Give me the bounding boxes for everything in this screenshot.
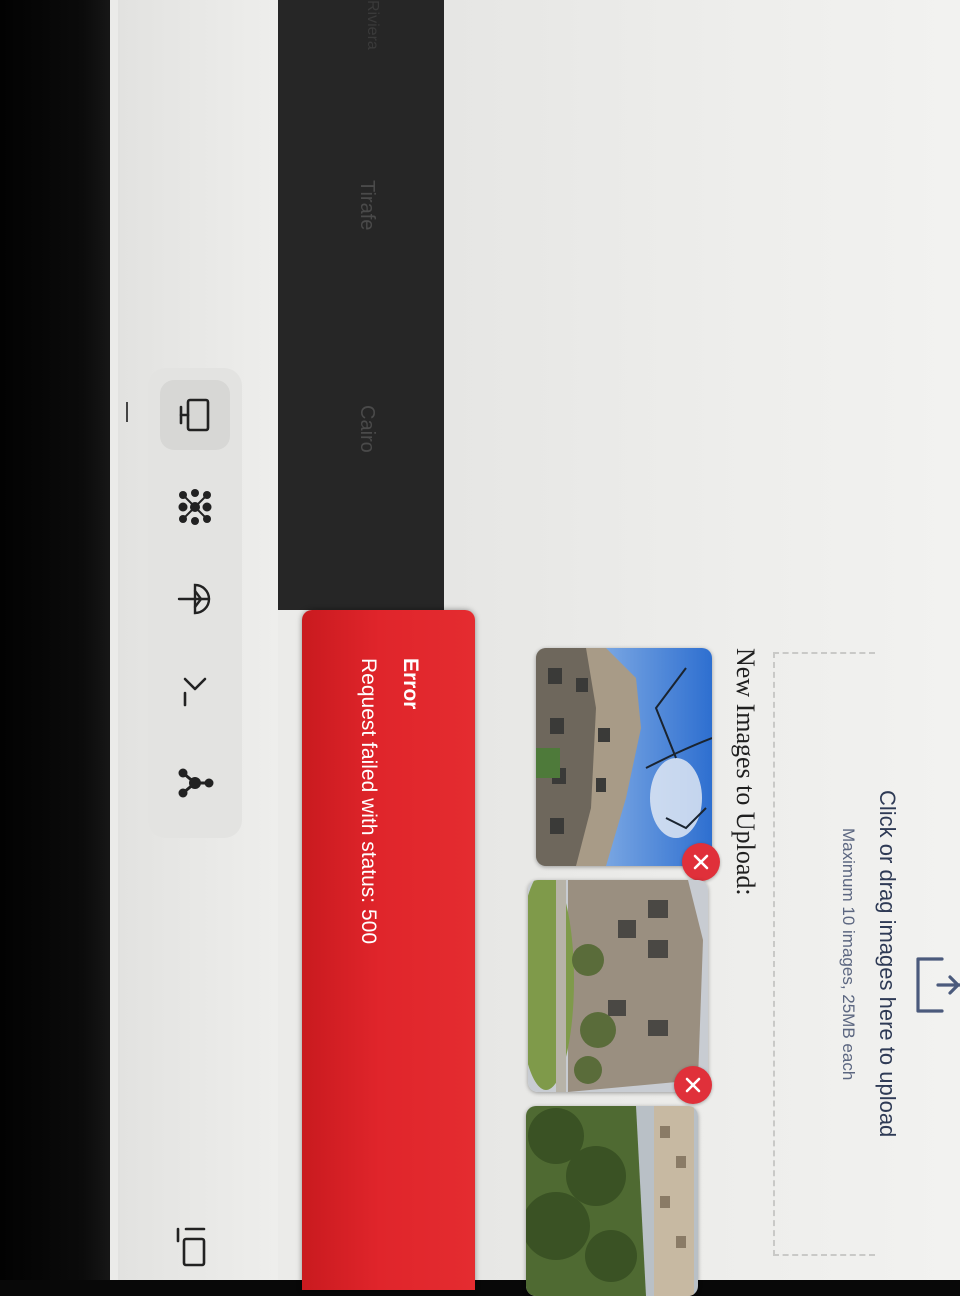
tree-icon [177,583,211,615]
molecule-grid-icon [178,489,212,525]
molecule-button[interactable] [160,472,230,542]
screen-bezel [0,0,118,1280]
upload-title: Click or drag images here to upload [875,790,900,1138]
monitor-icon [179,398,210,432]
upload-dropzone[interactable] [773,652,875,1256]
garden-photo [526,1106,698,1296]
expand-panel-icon[interactable] [176,1225,210,1271]
image-thumbnail [526,1106,698,1296]
panel-item-riviera[interactable]: Riviera [363,0,381,50]
monitor-button[interactable] [160,380,230,450]
close-icon [693,854,709,870]
remove-image-button[interactable] [674,1066,712,1104]
image-thumbnail [536,648,712,866]
project-panel: Riviera Tirafe Cairo [278,0,444,610]
image-thumbnail [528,880,708,1092]
divider [126,402,128,422]
error-toast: Error Request failed with status: 500 [302,610,475,1290]
upload-subtitle: Maximum 10 images, 25MB each [839,828,858,1081]
terminal-button[interactable] [160,656,230,726]
residential-photo [528,880,708,1092]
toast-title: Error [399,658,422,710]
tree-button[interactable] [160,564,230,634]
view-toolbar [148,368,242,838]
building-photo [536,648,712,866]
upload-icon [916,957,960,1013]
terminal-icon [183,677,207,707]
close-icon [685,1077,701,1093]
new-images-heading: New Images to Upload: [731,648,760,896]
graph-icon [178,768,214,798]
panel-item-cairo[interactable]: Cairo [355,405,378,453]
panel-item-tirafe[interactable]: Tirafe [355,180,378,230]
toast-message: Request failed with status: 500 [357,658,380,945]
graph-button[interactable] [160,748,230,818]
remove-image-button[interactable] [682,843,720,881]
